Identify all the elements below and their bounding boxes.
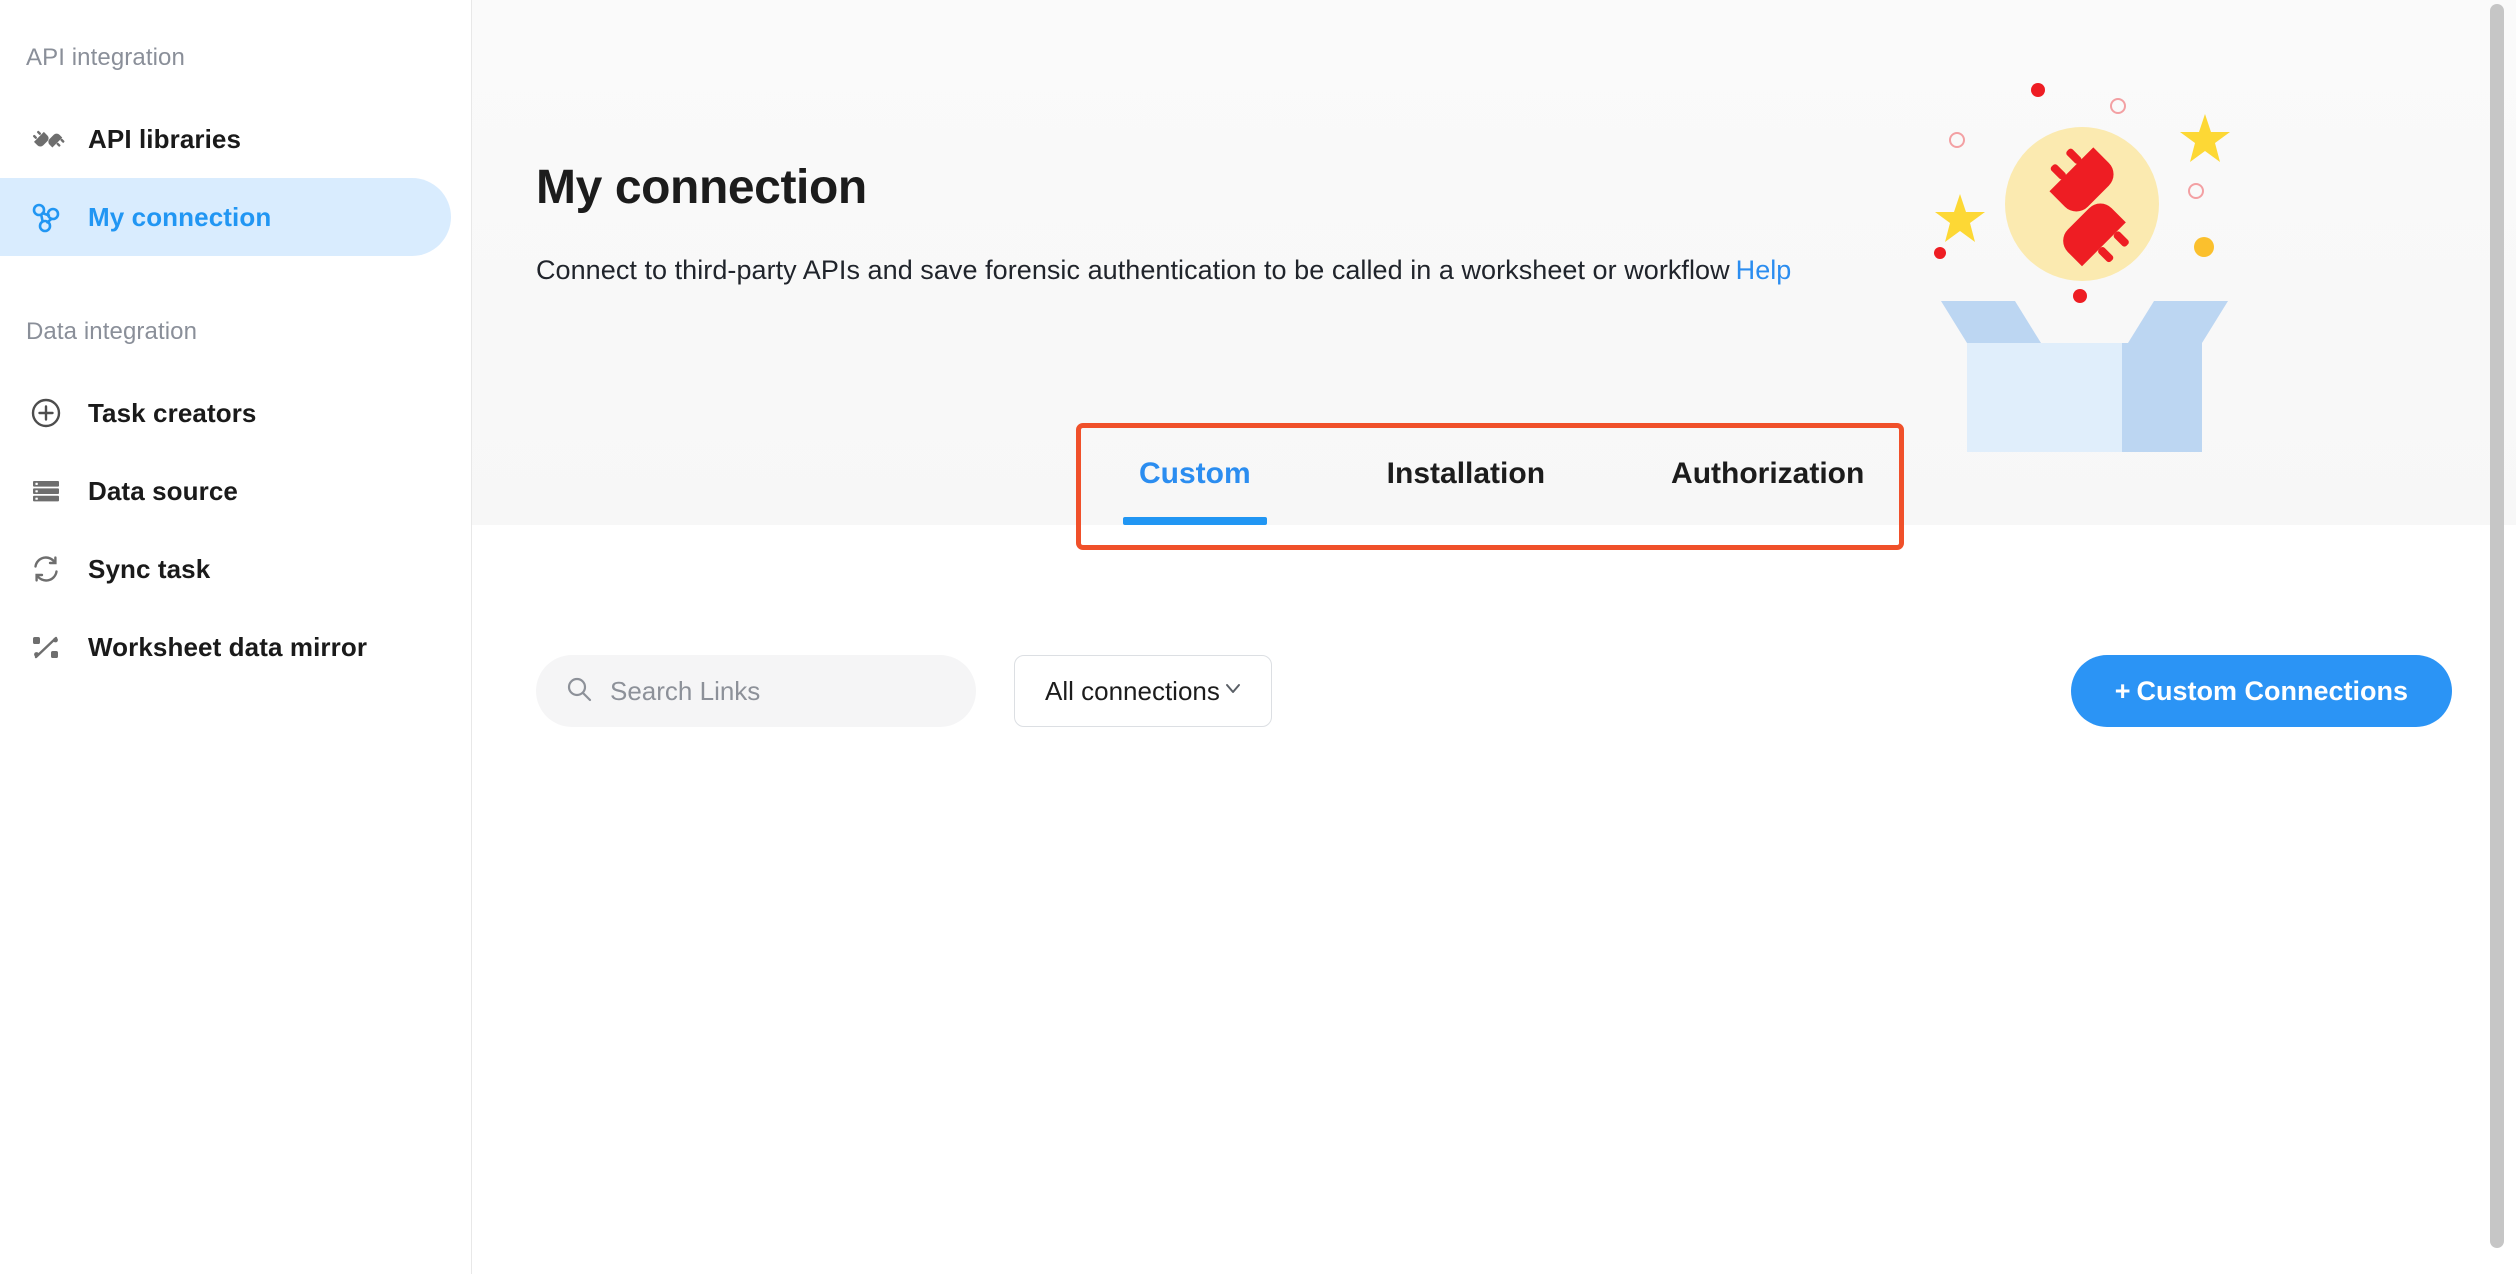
page-hero: My connection Connect to third-party API… — [472, 0, 2516, 550]
tab-authorization[interactable]: Authorization — [1641, 423, 1894, 525]
sidebar: API integration API libraries My connect… — [0, 0, 472, 1274]
search-box[interactable] — [536, 655, 976, 727]
tab-label: Custom — [1139, 457, 1251, 490]
plus-circle-icon — [26, 393, 66, 433]
plug-icon — [26, 119, 66, 159]
sidebar-item-label: Worksheet data mirror — [88, 631, 368, 662]
sidebar-item-label: Data source — [88, 475, 238, 506]
help-link[interactable]: Help — [1736, 255, 1792, 285]
tab-label: Authorization — [1671, 457, 1865, 490]
connection-filter-select[interactable]: All connections — [1014, 655, 1272, 727]
page-title: My connection — [536, 161, 867, 214]
add-custom-connection-label: Custom Connections — [2136, 675, 2408, 706]
sidebar-group-label-api-integration: API integration — [26, 44, 185, 71]
sidebar-item-label: My connection — [88, 201, 272, 232]
box-shape — [1941, 301, 2228, 473]
page-description-text: Connect to third-party APIs and save for… — [536, 255, 1730, 285]
connection-filter-value: All connections — [1045, 675, 1220, 706]
main-content: My connection Connect to third-party API… — [472, 0, 2516, 1274]
sidebar-item-label: Sync task — [88, 553, 211, 584]
tab-installation[interactable]: Installation — [1357, 423, 1575, 525]
search-icon — [564, 674, 594, 709]
sync-refresh-icon — [26, 549, 66, 589]
add-custom-connection-button[interactable]: + Custom Connections — [2070, 655, 2452, 727]
sidebar-item-my-connection[interactable]: My connection — [0, 178, 451, 256]
open-box-with-plug-illustration — [1908, 52, 2308, 473]
list-toolbar: All connections + Custom Connections — [536, 655, 2452, 727]
tab-custom[interactable]: Custom — [1109, 423, 1281, 525]
search-input[interactable] — [610, 675, 940, 707]
vertical-scrollbar-thumb[interactable] — [2490, 4, 2504, 1248]
tab-label: Installation — [1386, 457, 1546, 490]
sidebar-item-label: Task creators — [88, 397, 257, 428]
sidebar-item-worksheet-data-mirror[interactable]: Worksheet data mirror — [0, 608, 451, 686]
sidebar-group-label-data-integration: Data integration — [26, 318, 198, 345]
sidebar-item-label: API libraries — [88, 123, 242, 154]
page-description: Connect to third-party APIs and save for… — [536, 255, 1791, 286]
database-list-icon — [26, 471, 66, 511]
webhook-icon — [26, 197, 66, 237]
sidebar-item-sync-task[interactable]: Sync task — [0, 530, 451, 608]
chevron-down-icon — [1221, 676, 1245, 707]
app-root: API integration API libraries My connect… — [0, 0, 2516, 1274]
sidebar-item-api-libraries[interactable]: API libraries — [0, 100, 451, 178]
vertical-scrollbar-track[interactable] — [2490, 0, 2510, 1274]
sidebar-item-task-creators[interactable]: Task creators — [0, 374, 451, 452]
tab-bar: Custom Installation Authorization — [1076, 423, 1904, 525]
data-mirror-icon — [26, 627, 66, 667]
plus-icon: + — [2114, 675, 2131, 706]
sidebar-item-data-source[interactable]: Data source — [0, 452, 451, 530]
